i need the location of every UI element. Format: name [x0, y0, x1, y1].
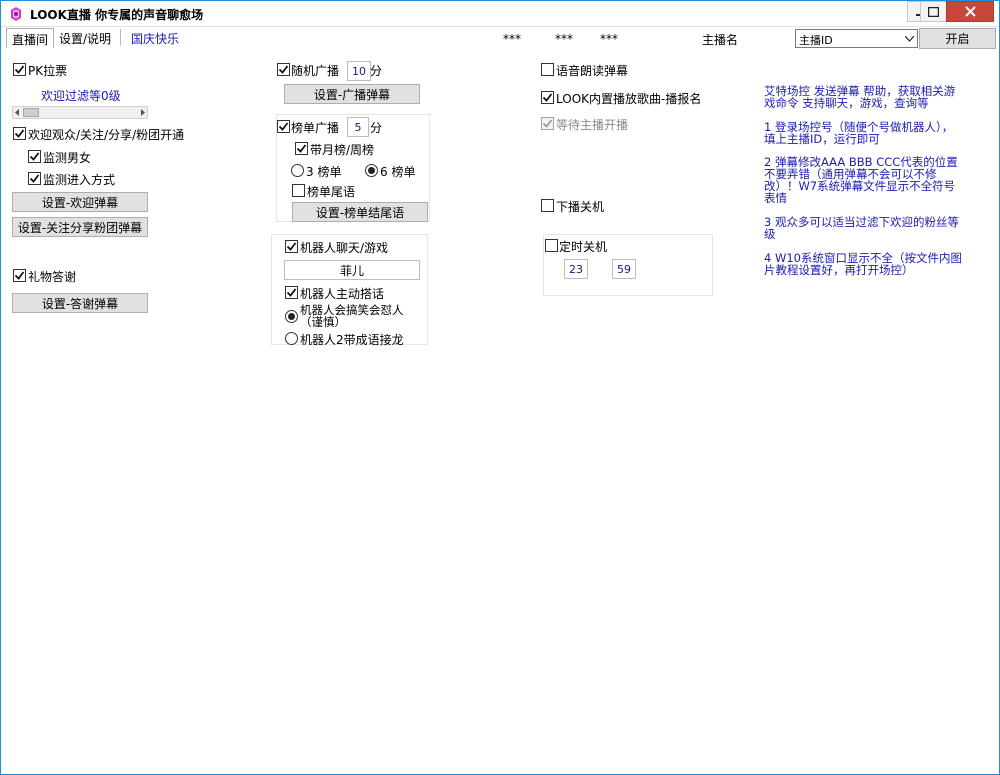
month-week-checkbox[interactable]	[295, 142, 308, 155]
voice-read-checkbox[interactable]	[541, 63, 554, 76]
status-stars-3: ***	[600, 32, 618, 46]
pk-label: PK拉票	[28, 64, 68, 78]
robot-mode2-radio[interactable]	[285, 332, 298, 345]
check-icon	[542, 93, 553, 102]
tab-divider	[120, 29, 121, 46]
random-broadcast-unit: 分	[370, 64, 383, 78]
look-music-label: LOOK内置播放歌曲-播报名	[556, 92, 702, 106]
robot-chat-checkbox[interactable]	[285, 240, 298, 253]
rank6-label: 6 榜单	[380, 165, 416, 179]
tab-live-room[interactable]: 直播间	[6, 28, 55, 48]
rank6-radio[interactable]	[365, 164, 378, 177]
set-follow-share-button[interactable]: 设置-关注分享粉团弹幕	[12, 217, 148, 237]
check-icon	[278, 122, 289, 131]
shutdown-minute-input[interactable]: 59	[612, 259, 636, 279]
info-paragraph-3: 3 观众多可以适当过滤下欢迎的粉丝等级	[764, 215, 959, 241]
rank-tail-checkbox[interactable]	[292, 184, 305, 197]
scrollbar-thumb[interactable]	[23, 108, 39, 117]
gift-thanks-label: 礼物答谢	[28, 270, 77, 284]
check-icon	[278, 65, 289, 74]
check-icon	[542, 119, 553, 128]
check-icon	[286, 288, 297, 297]
start-button[interactable]: 开启	[919, 28, 996, 49]
set-thanks-button[interactable]: 设置-答谢弹幕	[12, 293, 148, 313]
rank3-radio[interactable]	[291, 164, 304, 177]
chevron-down-icon	[905, 36, 914, 42]
set-broadcast-button[interactable]: 设置-广播弹幕	[284, 84, 420, 104]
shutdown-hour-input[interactable]: 23	[564, 259, 588, 279]
welcome-level-scrollbar[interactable]	[12, 106, 148, 119]
app-window: LOOK直播 你专属的声音聊愈场 直播间 设置/说明 国庆快乐 *** *** …	[0, 0, 1000, 775]
rank-tail-label: 榜单尾语	[307, 185, 356, 199]
detect-entry-label: 监测进入方式	[43, 173, 116, 187]
rank-broadcast-label: 榜单广播	[291, 121, 340, 135]
close-icon	[964, 6, 976, 17]
robot-chat-label: 机器人聊天/游戏	[300, 241, 389, 255]
detect-entry-checkbox[interactable]	[28, 172, 41, 185]
tab-settings[interactable]: 设置/说明	[54, 28, 116, 48]
info-paragraph-2: 2 弹幕修改AAA BBB CCC代表的位置不要弄错（通用弹幕不会可以不修改）！…	[764, 155, 958, 205]
rank-broadcast-checkbox[interactable]	[277, 120, 290, 133]
set-welcome-button[interactable]: 设置-欢迎弹幕	[12, 192, 148, 212]
tab-national-day[interactable]: 国庆快乐	[126, 28, 184, 48]
info-paragraph-0: 艾特场控 发送弹幕 帮助，获取相关游戏命令 支持聊天，游戏，查询等	[764, 84, 956, 110]
wait-anchor-checkbox[interactable]	[541, 117, 554, 130]
radio-dot	[368, 167, 375, 174]
timed-shutdown-label: 定时关机	[559, 240, 608, 254]
check-icon	[29, 174, 40, 183]
status-stars-1: ***	[503, 32, 521, 46]
anchor-id-select[interactable]: 主播ID	[795, 29, 918, 48]
welcome-group-checkbox[interactable]	[13, 127, 26, 140]
anchor-label: 主播名	[702, 33, 739, 47]
gift-thanks-checkbox[interactable]	[13, 269, 26, 282]
rank3-label: 3 榜单	[306, 165, 342, 179]
app-logo-icon	[11, 7, 21, 21]
random-broadcast-checkbox[interactable]	[277, 63, 290, 76]
robot-mode1-radio[interactable]	[285, 310, 298, 323]
look-music-checkbox[interactable]	[541, 91, 554, 104]
window-title: LOOK直播 你专属的声音聊愈场	[30, 8, 204, 22]
detect-gender-checkbox[interactable]	[28, 150, 41, 163]
detect-gender-label: 监测男女	[43, 151, 92, 165]
robot-mode2-label: 机器人2带成语接龙	[300, 333, 404, 347]
robot-active-checkbox[interactable]	[285, 286, 298, 299]
info-paragraph-4: 4 W10系统窗口显示不全（按文件内图片教程设置好，再打开场控）	[764, 251, 962, 277]
maximize-button[interactable]	[920, 1, 947, 22]
arrow-left-icon	[15, 109, 19, 116]
month-week-label: 带月榜/周榜	[310, 143, 375, 157]
robot-active-label: 机器人主动搭话	[300, 287, 385, 301]
rank-broadcast-minutes-input[interactable]: 5	[347, 117, 369, 137]
set-rank-tail-button[interactable]: 设置-榜单结尾语	[292, 202, 428, 222]
radio-dot	[288, 313, 295, 320]
maximize-icon	[928, 6, 939, 17]
info-paragraph-1: 1 登录场控号（随便个号做机器人），填上主播ID，运行即可	[764, 120, 954, 146]
welcome-group-label: 欢迎观众/关注/分享/粉团开通	[28, 128, 185, 142]
welcome-filter-label: 欢迎过滤等0级	[41, 89, 121, 103]
check-icon	[286, 242, 297, 251]
random-broadcast-minutes-input[interactable]: 10	[347, 61, 371, 81]
voice-read-label: 语音朗读弹幕	[556, 64, 629, 78]
rank-broadcast-unit: 分	[370, 121, 383, 135]
shutdown-offline-label: 下播关机	[556, 200, 605, 214]
arrow-right-icon	[141, 109, 145, 116]
random-broadcast-label: 随机广播	[291, 64, 340, 78]
check-icon	[29, 152, 40, 161]
shutdown-offline-checkbox[interactable]	[541, 199, 554, 212]
close-button[interactable]	[946, 1, 994, 22]
robot-name-input[interactable]: 菲儿	[284, 260, 420, 280]
status-stars-2: ***	[555, 32, 573, 46]
robot-mode1-label: 机器人会搞笑会怼人（谨慎）	[300, 303, 404, 329]
pk-checkbox[interactable]	[13, 63, 26, 76]
check-icon	[14, 271, 25, 280]
check-icon	[296, 144, 307, 153]
anchor-id-select-value: 主播ID	[799, 34, 833, 47]
check-icon	[14, 129, 25, 138]
title-bar: LOOK直播 你专属的声音聊愈场	[1, 1, 999, 27]
timed-shutdown-checkbox[interactable]	[545, 239, 558, 252]
wait-anchor-label: 等待主播开播	[556, 118, 629, 132]
check-icon	[14, 65, 25, 74]
